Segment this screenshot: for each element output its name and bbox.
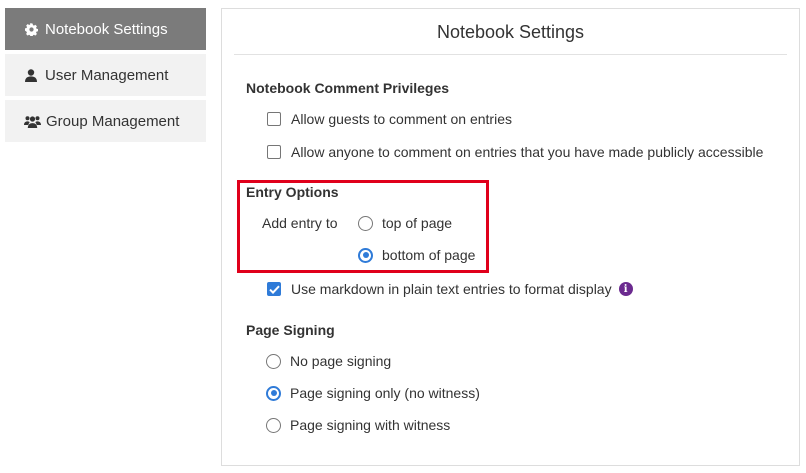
- page-signing-witness-radio[interactable]: [266, 417, 281, 433]
- checkmark-icon: [268, 285, 280, 294]
- allow-guests-label: Allow guests to comment on entries: [291, 111, 512, 127]
- markdown-label: Use markdown in plain text entries to fo…: [291, 281, 612, 297]
- info-icon[interactable]: i: [618, 282, 633, 296]
- sidebar-item-label: Group Management: [46, 112, 180, 130]
- page-signing-only-label: Page signing only (no witness): [290, 385, 480, 401]
- entry-options-heading: Entry Options: [246, 184, 339, 200]
- page-signing-heading: Page Signing: [246, 322, 335, 338]
- gear-icon: [24, 22, 38, 36]
- entry-position-bottom-label: bottom of page: [382, 247, 476, 263]
- entry-position-top-label: top of page: [382, 215, 453, 231]
- entry-position-top-radio[interactable]: [358, 215, 373, 231]
- page-signing-only-option[interactable]: Page signing only (no witness): [266, 385, 480, 401]
- sidebar-item-label: Notebook Settings: [45, 20, 168, 38]
- sidebar-item-user-management[interactable]: User Management: [5, 54, 206, 96]
- entry-position-top-option[interactable]: top of page: [358, 215, 452, 231]
- add-entry-label: Add entry to: [262, 215, 338, 231]
- sidebar-item-label: User Management: [45, 66, 169, 84]
- settings-panel: Notebook Settings Notebook Comment Privi…: [221, 8, 800, 466]
- markdown-checkbox[interactable]: [267, 282, 281, 296]
- user-icon: [24, 68, 38, 82]
- allow-guests-option[interactable]: Allow guests to comment on entries: [267, 111, 512, 127]
- page-signing-witness-label: Page signing with witness: [290, 417, 451, 433]
- markdown-option[interactable]: Use markdown in plain text entries to fo…: [267, 281, 633, 297]
- comment-privileges-heading: Notebook Comment Privileges: [246, 80, 450, 96]
- group-icon: [24, 114, 41, 128]
- allow-anyone-checkbox[interactable]: [267, 145, 281, 159]
- page-signing-only-radio[interactable]: [266, 385, 281, 401]
- allow-anyone-option[interactable]: Allow anyone to comment on entries that …: [267, 144, 763, 160]
- sidebar-item-notebook-settings[interactable]: Notebook Settings: [5, 8, 206, 50]
- entry-position-bottom-radio[interactable]: [358, 247, 373, 263]
- allow-anyone-label: Allow anyone to comment on entries that …: [291, 144, 764, 160]
- sidebar: Notebook Settings User Management Group …: [5, 8, 206, 146]
- sidebar-item-group-management[interactable]: Group Management: [5, 100, 206, 142]
- entry-position-bottom-option[interactable]: bottom of page: [358, 247, 475, 263]
- page-title: Notebook Settings: [234, 9, 787, 55]
- page-signing-witness-option[interactable]: Page signing with witness: [266, 417, 450, 433]
- no-page-signing-option[interactable]: No page signing: [266, 353, 391, 369]
- no-page-signing-radio[interactable]: [266, 353, 281, 369]
- allow-guests-checkbox[interactable]: [267, 112, 281, 126]
- no-page-signing-label: No page signing: [290, 353, 392, 369]
